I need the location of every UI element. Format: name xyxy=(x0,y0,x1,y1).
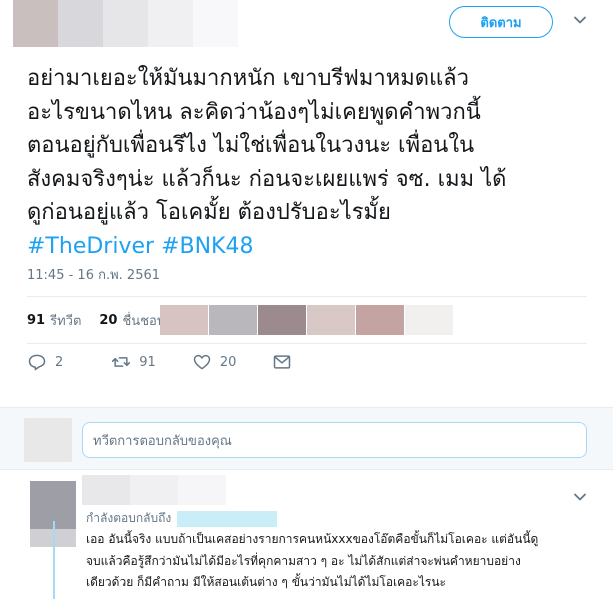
tweet-actions: 2 91 20 xyxy=(27,352,328,372)
replying-to: กำลังตอบกลับถึง xyxy=(86,509,278,528)
follow-button[interactable]: ติดตาม xyxy=(449,6,553,38)
reply-input[interactable]: ทวีตการตอบกลับของคุณ xyxy=(82,422,587,458)
reply-text-line: เออ อันนี้จริง แบบถ้าเป็นเคสอย่างรายการค… xyxy=(86,532,539,546)
divider xyxy=(27,296,587,297)
chevron-down-icon[interactable] xyxy=(572,489,588,505)
like-action[interactable]: 20 xyxy=(192,352,237,372)
hashtag-link[interactable]: #TheDriver xyxy=(27,234,154,259)
reply-icon xyxy=(28,354,46,371)
liker-avatar xyxy=(307,305,355,335)
tweet-text-line: อะไรขนาดไหน ละคิดว่าน้องๆไม่เคยพูดคำพวกน… xyxy=(27,99,481,125)
reply-text-line: เดียวด้วย ก็มีคำถาม มีให้สอนเต้นต่าง ๆ ข… xyxy=(86,575,446,589)
hashtag-link[interactable]: #BNK48 xyxy=(161,234,253,259)
liker-avatar xyxy=(405,305,453,335)
reply-action[interactable]: 2 xyxy=(27,352,63,372)
retweet-action[interactable]: 91 xyxy=(111,352,156,372)
tweet-text: อย่ามาเยอะให้มันมากหนัก เขาบรีฟมาหมดแล้ว… xyxy=(27,62,607,264)
tweet-header: ติดตาม xyxy=(0,0,613,58)
like-count: 20 xyxy=(219,354,237,370)
liker-avatar xyxy=(209,305,257,335)
retweets-count: 91 xyxy=(27,312,46,328)
author-avatar-mosaic[interactable] xyxy=(13,0,238,47)
heart-icon xyxy=(193,354,211,370)
tweet-text-line: ดูก่อนอยู่แล้ว โอเคมั้ย ต้องปรับอะไรมั้ย xyxy=(27,200,391,226)
liker-avatars xyxy=(160,305,454,335)
tweet-text-line: ตอนอยู่กับเพื่อนรึไง ไม่ใช่เพื่อนในวงนะ … xyxy=(27,133,475,159)
reply-author-name[interactable] xyxy=(82,475,226,505)
avatar-mosaic-tile xyxy=(13,0,58,47)
retweets-label: รีทวีต xyxy=(50,313,82,329)
liker-avatar xyxy=(160,305,208,335)
reply-text-line: จบแล้วคือรู้สึกว่ามันไม่ได้มีอะไรที่คุกค… xyxy=(86,553,521,568)
reply-text: เออ อันนี้จริง แบบถ้าเป็นเคสอย่างรายการค… xyxy=(86,529,606,594)
thread-line xyxy=(53,521,55,599)
direct-message-action[interactable] xyxy=(272,352,300,372)
retweet-icon xyxy=(112,357,131,367)
tweet-text-line: อย่ามาเยอะให้มันมากหนัก เขาบรีฟมาหมดแล้ว xyxy=(27,66,469,91)
envelope-icon xyxy=(274,355,291,369)
avatar-mosaic-tile xyxy=(148,0,193,47)
reply-tweet[interactable]: กำลังตอบกลับถึง เออ อันนี้จริง แบบถ้าเป็… xyxy=(0,471,613,599)
tweet-timestamp[interactable]: 11:45 - 16 ก.พ. 2561 xyxy=(27,264,160,285)
replying-to-label: กำลังตอบกลับถึง xyxy=(86,511,172,525)
reply-count: 2 xyxy=(55,354,64,370)
hashtag-line: #TheDriver #BNK48 xyxy=(27,230,607,264)
avatar-mosaic-tile xyxy=(103,0,148,47)
liker-avatar xyxy=(356,305,404,335)
name-mosaic-tile xyxy=(82,475,130,505)
retweet-stat[interactable]: 91 รีทวีต xyxy=(27,310,81,331)
tweet-text-line: สังคมจริงๆน่ะ แล้วก็นะ ก่อนจะเผยแพร่ จซ.… xyxy=(27,166,507,192)
avatar xyxy=(24,418,72,462)
avatar-mosaic-tile xyxy=(58,0,103,47)
likes-count: 20 xyxy=(99,312,118,328)
chevron-down-icon[interactable] xyxy=(572,12,588,28)
avatar-mosaic-tile xyxy=(193,0,238,47)
mention-link[interactable] xyxy=(177,510,278,527)
name-mosaic-tile xyxy=(178,475,226,505)
likes-stat[interactable]: 20 ชื่นชอบ xyxy=(99,310,165,331)
likes-label: ชื่นชอบ xyxy=(122,313,166,329)
reply-composer: ทวีตการตอบกลับของคุณ xyxy=(0,407,613,470)
liker-avatar xyxy=(258,305,306,335)
divider xyxy=(27,343,587,344)
name-mosaic-tile xyxy=(130,475,178,505)
retweet-count: 91 xyxy=(139,354,156,370)
